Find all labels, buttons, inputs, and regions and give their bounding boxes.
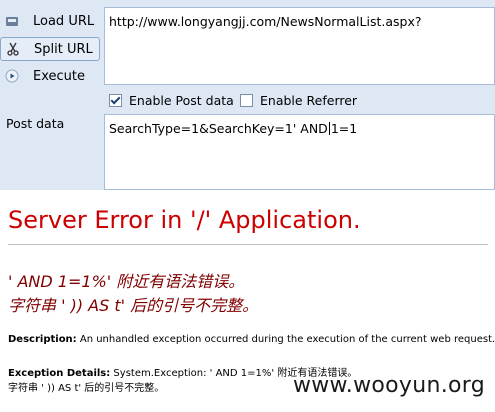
enable-referrer-checkbox[interactable]: Enable Referrer — [240, 93, 357, 108]
post-value-after-caret: 1=1 — [330, 121, 358, 136]
url-input[interactable]: http://www.longyangjj.com/NewsNormalList… — [104, 7, 495, 85]
enable-post-label: Enable Post data — [129, 93, 234, 108]
error-message-line1: ' AND 1=1%' 附近有语法错误。 — [8, 272, 245, 291]
post-data-label: Post data — [6, 116, 65, 131]
watermark: www.wooyun.org — [292, 373, 485, 398]
text-caret — [328, 122, 330, 135]
description-label: Description: — [8, 334, 77, 345]
checkbox-unchecked-icon — [240, 94, 253, 107]
play-icon — [5, 69, 19, 83]
split-url-button[interactable]: Split URL — [0, 37, 100, 61]
scissors-icon — [6, 42, 20, 56]
description-text: An unhandled exception occurred during t… — [76, 334, 495, 345]
description-row: Description: An unhandled exception occu… — [8, 334, 495, 345]
enable-referrer-label: Enable Referrer — [260, 93, 358, 108]
error-page-title: Server Error in '/' Application. — [8, 206, 361, 234]
post-data-input[interactable]: SearchType=1&SearchKey=1' AND 1=1 — [104, 114, 495, 190]
exception-text-line2: 字符串 ' )) AS t' 后的引号不完整。 — [8, 383, 165, 394]
execute-button[interactable]: Execute — [0, 64, 100, 88]
load-url-icon — [5, 14, 19, 28]
load-url-label: Load URL — [33, 13, 95, 29]
post-value-before-caret: SearchType=1&SearchKey=1' AND — [109, 121, 328, 136]
execute-label: Execute — [33, 68, 85, 84]
enable-post-checkbox[interactable]: Enable Post data — [109, 93, 234, 108]
exception-label: Exception Details: — [8, 368, 111, 379]
error-divider — [8, 244, 488, 245]
url-value: http://www.longyangjj.com/NewsNormalList… — [109, 14, 422, 29]
load-url-button[interactable]: Load URL — [0, 9, 100, 33]
hackbar-panel: Load URL Split URL Execute http://www.lo… — [0, 0, 495, 190]
error-message-line2: 字符串 ' )) AS t' 后的引号不完整。 — [8, 296, 259, 315]
checkbox-checked-icon — [109, 94, 122, 107]
split-url-label: Split URL — [34, 41, 93, 57]
